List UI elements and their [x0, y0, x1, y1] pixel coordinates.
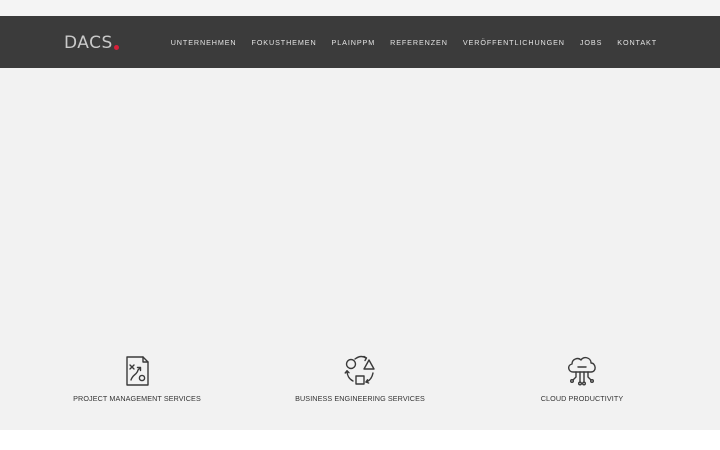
main-menu: UNTERNEHMEN FOKUSTHEMEN PLAINPPM REFEREN… [171, 16, 657, 68]
service-project-management[interactable]: PROJECT MANAGEMENT SERVICES [47, 354, 227, 403]
footer-area [0, 430, 720, 450]
menu-item-referenzen[interactable]: REFERENZEN [390, 38, 448, 47]
menu-item-plainppm[interactable]: PLAINPPM [332, 38, 376, 47]
service-cloud-productivity[interactable]: CLOUD PRODUCTIVITY [492, 354, 672, 403]
project-plan-icon [126, 356, 149, 386]
logo-text: DACS [64, 33, 113, 53]
service-label: BUSINESS ENGINEERING SERVICES [295, 394, 425, 403]
menu-item-veroeffentlichungen[interactable]: VERÖFFENTLICHUNGEN [463, 38, 565, 47]
menu-item-unternehmen[interactable]: UNTERNEHMEN [171, 38, 237, 47]
menu-item-kontakt[interactable]: KONTAKT [617, 38, 657, 47]
top-strip [0, 0, 720, 16]
logo[interactable]: DACS [64, 32, 119, 52]
logo-dot [113, 45, 119, 50]
service-business-engineering[interactable]: BUSINESS ENGINEERING SERVICES [270, 354, 450, 403]
cloud-network-icon [568, 356, 596, 386]
service-label: CLOUD PRODUCTIVITY [540, 394, 624, 403]
hero-section: PROJECT MANAGEMENT SERVICES BUSINESS ENG… [0, 68, 720, 430]
shapes-cycle-icon [344, 355, 375, 385]
navigation-bar: DACS UNTERNEHMEN FOKUSTHEMEN PLAINPPM RE… [0, 16, 720, 68]
menu-item-jobs[interactable]: JOBS [580, 38, 602, 47]
service-label: PROJECT MANAGEMENT SERVICES [73, 394, 201, 403]
menu-item-fokusthemen[interactable]: FOKUSTHEMEN [252, 38, 317, 47]
